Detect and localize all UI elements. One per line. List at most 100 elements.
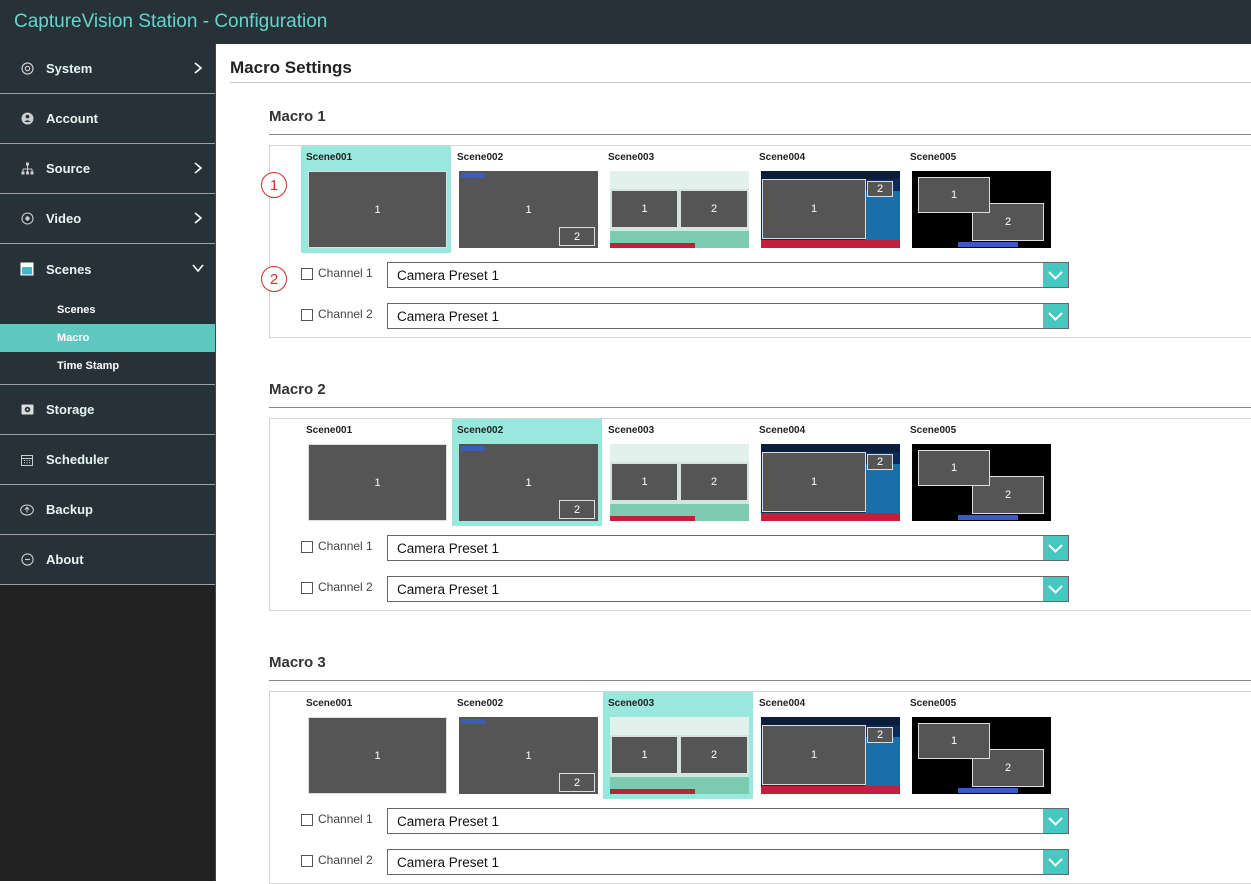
scene-option-4[interactable]: Scene004 1 2 <box>754 692 904 799</box>
scene-label: Scene001 <box>306 698 353 709</box>
sidebar-item-label: Source <box>46 161 91 176</box>
channel-row: Channel 1 Camera Preset 1 <box>270 535 1070 561</box>
preset-select[interactable]: Camera Preset 1 <box>387 535 1069 561</box>
scene-label: Scene004 <box>759 152 806 163</box>
pane-number: 2 <box>1004 762 1012 774</box>
sidebar-item-source[interactable]: Source <box>0 144 215 194</box>
sidebar-item-label: Scheduler <box>46 452 109 467</box>
scene-option-3[interactable]: Scene003 1 2 <box>603 419 753 526</box>
dropdown-button[interactable] <box>1043 263 1068 287</box>
dropdown-button[interactable] <box>1043 850 1068 874</box>
channel-checkbox[interactable] <box>301 582 313 594</box>
sidebar-item-label: About <box>46 552 84 567</box>
chevron-down-icon <box>1048 858 1063 867</box>
page-title: Macro Settings <box>230 58 352 77</box>
pane-number: 1 <box>374 476 381 489</box>
pane-number: 1 <box>641 476 648 488</box>
scene-label: Scene005 <box>910 425 957 436</box>
channel-label: Channel 2 <box>318 307 373 321</box>
scene-option-1[interactable]: Scene001 1 <box>301 692 451 799</box>
chevron-right-icon <box>194 162 203 174</box>
pane-number: 1 <box>950 189 958 201</box>
scene-option-5[interactable]: Scene005 2 1 <box>905 692 1055 799</box>
chevron-down-icon <box>1048 544 1063 553</box>
preset-select[interactable]: Camera Preset 1 <box>387 849 1069 875</box>
scene-option-1[interactable]: Scene001 1 <box>301 419 451 526</box>
window-title: CaptureVision Station - Configuration <box>0 0 1251 44</box>
preset-value: Camera Preset 1 <box>397 309 500 324</box>
layout-single-preview: 1 <box>308 171 447 248</box>
pane-number: 2 <box>1004 489 1012 501</box>
sidebar-subitem-scenes[interactable]: Scenes <box>0 296 215 324</box>
scenes-icon <box>20 262 34 276</box>
channel-checkbox[interactable] <box>301 309 313 321</box>
dropdown-button[interactable] <box>1043 304 1068 328</box>
preset-value: Camera Preset 1 <box>397 541 500 556</box>
macro-title: Macro 2 <box>269 381 326 398</box>
dropdown-button[interactable] <box>1043 809 1068 833</box>
scene-option-2[interactable]: Scene002 1 2 <box>452 146 602 253</box>
sidebar-item-label: Video <box>46 211 82 226</box>
pane-number: 2 <box>1004 216 1012 228</box>
scene-option-5[interactable]: Scene005 2 1 <box>905 146 1055 253</box>
sidebar-item-scenes[interactable]: Scenes <box>0 244 215 294</box>
scene-option-1[interactable]: Scene001 1 <box>301 146 451 253</box>
sidebar-subitem-time-stamp[interactable]: Time Stamp <box>0 352 215 380</box>
channel-label: Channel 2 <box>318 580 373 594</box>
sidebar-subitem-macro[interactable]: Macro <box>0 324 215 352</box>
layout-single-preview: 1 <box>308 717 447 794</box>
channel-label: Channel 1 <box>318 266 373 280</box>
scene-label: Scene005 <box>910 698 957 709</box>
channel-checkbox[interactable] <box>301 541 313 553</box>
sidebar-item-video[interactable]: Video <box>0 194 215 244</box>
preset-select[interactable]: Camera Preset 1 <box>387 808 1069 834</box>
scene-option-5[interactable]: Scene005 2 1 <box>905 419 1055 526</box>
macro-title: Macro 3 <box>269 654 326 671</box>
sidebar-item-system[interactable]: System <box>0 44 215 94</box>
dropdown-button[interactable] <box>1043 536 1068 560</box>
sidebar-item-backup[interactable]: Backup <box>0 485 215 535</box>
pane-number: 1 <box>810 476 818 488</box>
sidebar-item-label: Scenes <box>46 261 92 277</box>
pane-number: 1 <box>641 203 648 215</box>
scene-option-3[interactable]: Scene003 1 2 <box>603 146 753 253</box>
layout-broadcast-preview: 12 <box>761 171 900 248</box>
scene-label: Scene005 <box>910 152 957 163</box>
preset-select[interactable]: Camera Preset 1 <box>387 576 1069 602</box>
macro-panel: Scene001 1 Scene002 1 2 Scene003 1 2 Scene004 1 2 S… <box>269 145 1251 338</box>
scene-option-2[interactable]: Scene002 1 2 <box>452 419 602 526</box>
dropdown-button[interactable] <box>1043 577 1068 601</box>
sidebar-nav: System Account Source Video Scenes Scene… <box>0 44 216 881</box>
scene-label: Scene003 <box>608 425 655 436</box>
channel-checkbox[interactable] <box>301 268 313 280</box>
pane-number: 1 <box>525 476 532 489</box>
scene-option-4[interactable]: Scene004 1 2 <box>754 146 904 253</box>
pane-number: 2 <box>573 776 581 789</box>
pane-number: 1 <box>950 735 958 747</box>
channel-label: Channel 1 <box>318 812 373 826</box>
pane-number: 1 <box>810 203 818 215</box>
radio-dot-icon <box>20 212 34 226</box>
sidebar-item-scheduler[interactable]: Scheduler <box>0 435 215 485</box>
sidebar-item-storage[interactable]: Storage <box>0 385 215 435</box>
macro-panel: Scene001 1 Scene002 1 2 Scene003 1 2 Scene004 1 2 S… <box>269 691 1251 884</box>
preset-select[interactable]: Camera Preset 1 <box>387 303 1069 329</box>
layout-broadcast-preview: 12 <box>761 444 900 521</box>
chevron-down-icon <box>1048 271 1063 280</box>
chevron-down-icon <box>192 264 204 273</box>
channel-row: Channel 2 Camera Preset 1 <box>270 849 1070 875</box>
channel-checkbox[interactable] <box>301 814 313 826</box>
scene-option-3[interactable]: Scene003 1 2 <box>603 692 753 799</box>
channel-checkbox[interactable] <box>301 855 313 867</box>
divider <box>230 82 1251 83</box>
preset-select[interactable]: Camera Preset 1 <box>387 262 1069 288</box>
scene-option-2[interactable]: Scene002 1 2 <box>452 692 602 799</box>
scene-option-4[interactable]: Scene004 1 2 <box>754 419 904 526</box>
storage-icon <box>20 403 34 417</box>
chevron-down-icon <box>1048 585 1063 594</box>
sidebar-item-about[interactable]: About <box>0 535 215 585</box>
sidebar-item-account[interactable]: Account <box>0 94 215 144</box>
calendar-icon <box>20 453 34 467</box>
layout-side-by-side-preview: 12 <box>610 171 749 248</box>
pane-number: 2 <box>876 729 884 741</box>
